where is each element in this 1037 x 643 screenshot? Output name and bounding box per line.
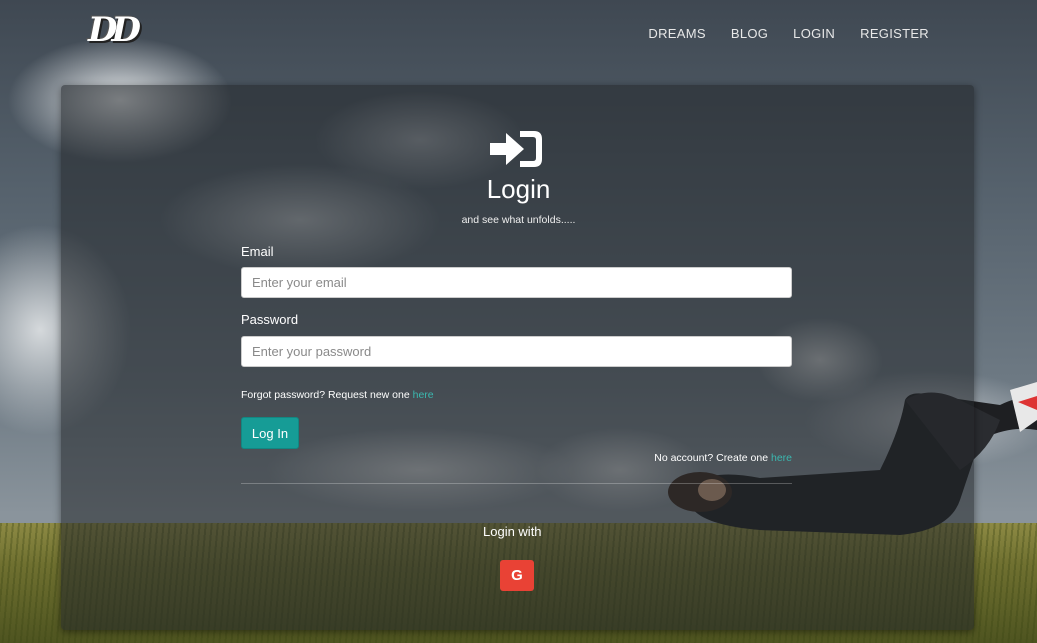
email-field[interactable] [241, 267, 792, 298]
no-account-text: No account? Create one here [654, 452, 792, 464]
no-account-label: No account? Create one [654, 452, 771, 464]
forgot-password-text: Forgot password? Request new one here [241, 389, 434, 401]
page-title: Login [486, 174, 551, 204]
divider [241, 483, 792, 484]
nav-link-login[interactable]: LOGIN [793, 26, 835, 41]
nav-link-register[interactable]: REGISTER [860, 26, 929, 41]
register-link[interactable]: here [771, 452, 792, 464]
page-subtitle: and see what unfolds..... [461, 214, 576, 226]
email-label: Email [241, 244, 274, 259]
google-icon: G [511, 567, 523, 584]
nav-menu: DREAMS BLOG LOGIN REGISTER [648, 26, 929, 41]
nav-link-dreams[interactable]: DREAMS [648, 26, 705, 41]
password-label: Password [241, 312, 299, 327]
sign-in-icon [490, 131, 542, 167]
brand-logo[interactable]: DD [88, 10, 141, 50]
password-field[interactable] [241, 336, 792, 367]
login-with-label: Login with [483, 524, 542, 539]
forgot-password-link[interactable]: here [413, 389, 434, 401]
login-button[interactable]: Log In [241, 417, 299, 449]
google-login-button[interactable]: G [500, 560, 534, 591]
navbar: DD DREAMS BLOG LOGIN REGISTER [0, 0, 1037, 66]
forgot-password-label: Forgot password? Request new one [241, 389, 413, 401]
nav-link-blog[interactable]: BLOG [731, 26, 768, 41]
